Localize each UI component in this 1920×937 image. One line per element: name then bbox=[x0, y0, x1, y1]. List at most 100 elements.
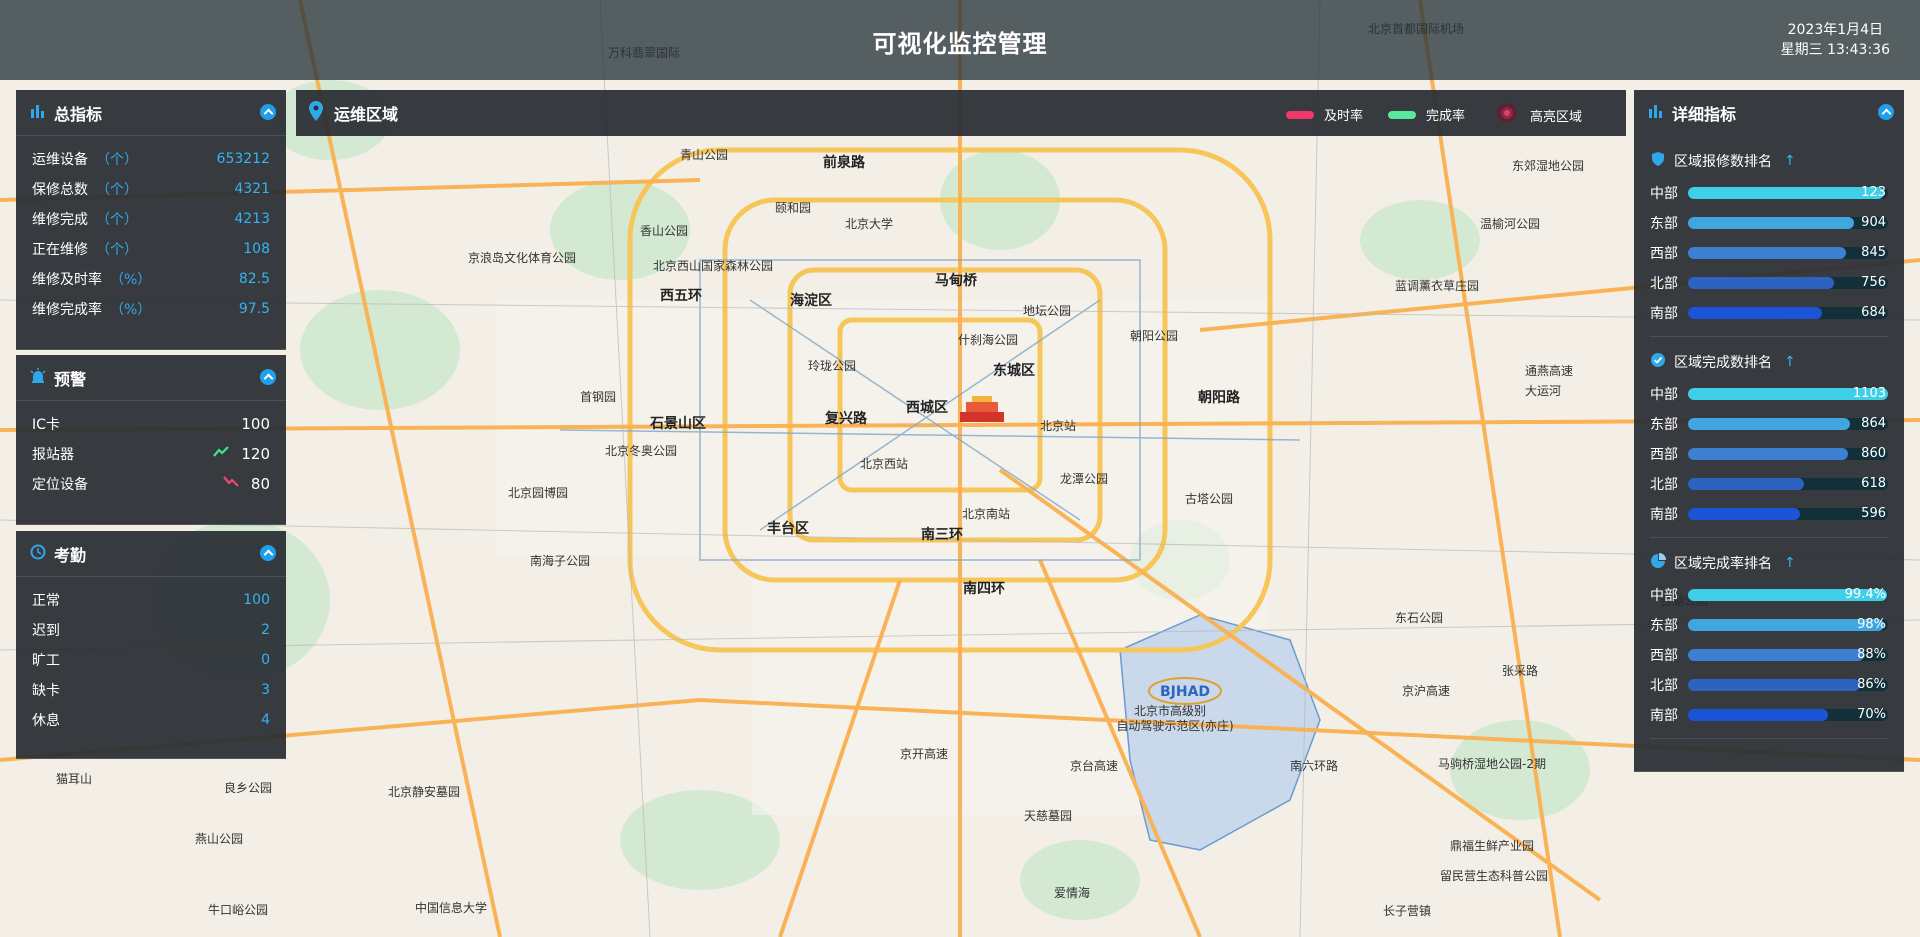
ranking-row-label: 中部 bbox=[1650, 588, 1678, 604]
collapse-button[interactable] bbox=[1878, 104, 1894, 120]
overview-row-unit: （%） bbox=[110, 272, 152, 288]
highlight-dot-icon bbox=[1496, 102, 1518, 128]
map-background[interactable]: 海淀区东城区西城区 朝阳路石景山区 复兴路丰台区 南三环南四环 西五环 马甸桥 前泉路北京大… bbox=[0, 0, 1920, 937]
map-poi-label: 中国信息大学 bbox=[415, 900, 487, 915]
collapse-button[interactable] bbox=[260, 545, 276, 561]
ranking-bar-value: 845 bbox=[1861, 245, 1886, 260]
map-district-label: 西五环 bbox=[660, 288, 702, 304]
ranking-bar-track: 70% bbox=[1688, 707, 1888, 722]
overview-row-unit: （个） bbox=[96, 152, 138, 168]
ranking-row-label: 南部 bbox=[1650, 306, 1678, 322]
map-poi-label: 牛口峪公园 bbox=[208, 902, 268, 917]
map-district-label: 石景山区 bbox=[649, 416, 706, 432]
map-district-label: 南三环 bbox=[921, 526, 963, 543]
map-road-label: 京沪高速 bbox=[1402, 683, 1450, 698]
ranking-row-label: 中部 bbox=[1650, 387, 1678, 403]
ranking-bar-track: 123 bbox=[1688, 185, 1888, 200]
map-poi-label: 龙潭公园 bbox=[1060, 472, 1108, 486]
map-poi-label: 东郊湿地公园 bbox=[1512, 158, 1584, 173]
map-poi-label: 良乡公园 bbox=[224, 780, 272, 795]
alert-row-value: 100 bbox=[241, 415, 270, 433]
check-badge-icon bbox=[1650, 352, 1666, 372]
overview-panel-header: 总指标 bbox=[16, 90, 286, 136]
map-district-label: 海淀区 bbox=[790, 292, 832, 309]
trend-down-icon bbox=[223, 475, 241, 493]
attendance-row: 迟到 2 bbox=[16, 615, 286, 645]
map-poi-label: 蓝调薰衣草庄园 bbox=[1395, 278, 1479, 293]
overview-row-value: 97.5 bbox=[238, 301, 270, 317]
ranking-row-label: 西部 bbox=[1650, 447, 1678, 463]
attendance-row-value: 0 bbox=[261, 652, 270, 668]
ranking-row-label: 北部 bbox=[1650, 678, 1678, 694]
map-poi-label: 香山公园 bbox=[640, 224, 688, 238]
ranking-bar-value: 618 bbox=[1861, 476, 1886, 491]
attendance-row-value: 100 bbox=[243, 592, 270, 608]
legend-timely-label: 及时率 bbox=[1324, 109, 1364, 124]
region-bar: 运维区域 及时率 完成率 高亮区域 bbox=[296, 90, 1626, 136]
map-district-label: 前泉路 bbox=[823, 154, 866, 171]
ranking-row-label: 北部 bbox=[1650, 276, 1678, 292]
ranking-bar-fill bbox=[1688, 187, 1884, 199]
alarm-icon bbox=[30, 367, 46, 388]
alert-row-value: 120 bbox=[241, 445, 270, 463]
overview-row-label: 维修完成 bbox=[32, 212, 88, 228]
alert-panel-title: 预警 bbox=[54, 369, 87, 389]
bar-chart-icon bbox=[1648, 103, 1664, 123]
ranking-row: 东部 904 bbox=[1634, 208, 1904, 238]
legend-highlight-label: 高亮区域 bbox=[1530, 109, 1583, 125]
sort-arrow-icon[interactable]: ↑ bbox=[1784, 354, 1796, 370]
attendance-row-value: 3 bbox=[261, 682, 270, 698]
attendance-row: 正常 100 bbox=[16, 585, 286, 615]
attendance-row-label: 缺卡 bbox=[32, 683, 60, 699]
detail-panel-header: 详细指标 bbox=[1634, 90, 1904, 136]
ranking-bar-fill bbox=[1688, 709, 1828, 721]
ranking-bar-fill bbox=[1688, 679, 1860, 691]
overview-row: 维修完成 （个） 4213 bbox=[16, 204, 286, 234]
region-title: 运维区域 bbox=[334, 105, 399, 124]
attendance-row-label: 迟到 bbox=[32, 623, 60, 639]
wrench-shield-icon bbox=[1650, 151, 1666, 171]
ranking-bar-value: 756 bbox=[1861, 275, 1886, 290]
overview-row: 维修及时率 （%） 82.5 bbox=[16, 264, 286, 294]
sort-arrow-icon[interactable]: ↑ bbox=[1784, 153, 1796, 169]
overview-row-value: 4213 bbox=[234, 211, 270, 227]
ranking-row-label: 西部 bbox=[1650, 648, 1678, 664]
ranking-row: 西部 88% bbox=[1634, 640, 1904, 670]
map-district-label: 南四环 bbox=[963, 580, 1005, 597]
attendance-row: 休息 4 bbox=[16, 705, 286, 735]
top-header-bar: 可视化监控管理 2023年1月4日 星期三 13:43:36 bbox=[0, 0, 1920, 80]
overview-row-value: 108 bbox=[243, 241, 270, 257]
ranking-bar-track: 98% bbox=[1688, 617, 1888, 632]
attendance-row-label: 旷工 bbox=[32, 653, 60, 669]
svg-text:自动驾驶示范区(亦庄): 自动驾驶示范区(亦庄) bbox=[1116, 718, 1233, 733]
map-poi-label: 鼎福生鲜产业园 bbox=[1450, 838, 1534, 853]
legend-timely[interactable]: 及时率 bbox=[1286, 105, 1363, 124]
ranking-row: 中部 99.4% bbox=[1634, 580, 1904, 610]
map-poi-label: 北京大学 bbox=[845, 216, 893, 231]
collapse-button[interactable] bbox=[260, 104, 276, 120]
ranking-row-label: 中部 bbox=[1650, 186, 1678, 202]
ranking-bar-track: 756 bbox=[1688, 275, 1888, 290]
svg-text:BJHAD: BJHAD bbox=[1160, 684, 1210, 700]
alert-row: IC卡 100 bbox=[16, 409, 286, 439]
ranking-row: 中部 1103 bbox=[1634, 379, 1904, 409]
ranking-bar-track: 860 bbox=[1688, 446, 1888, 461]
map-road-label: 通燕高速 bbox=[1525, 363, 1573, 378]
ranking-bar-fill bbox=[1688, 247, 1846, 259]
ranking-bar-fill bbox=[1688, 448, 1848, 460]
legend-highlight[interactable]: 高亮区域 bbox=[1496, 102, 1582, 128]
legend-complete[interactable]: 完成率 bbox=[1388, 105, 1465, 124]
ranking-bar-value: 860 bbox=[1861, 446, 1886, 461]
ranking-bar-value: 596 bbox=[1861, 506, 1886, 521]
map-poi-label: 朝阳公园 bbox=[1130, 329, 1178, 343]
ranking-bar-fill bbox=[1688, 418, 1850, 430]
attendance-panel: 考勤 正常 100 迟到 2 旷工 0 缺卡 3 休息 4 bbox=[16, 531, 286, 759]
sort-arrow-icon[interactable]: ↑ bbox=[1784, 555, 1796, 571]
ranking-row-label: 南部 bbox=[1650, 708, 1678, 724]
map-poi-label: 猫耳山 bbox=[56, 772, 92, 786]
overview-row-unit: （个） bbox=[96, 212, 138, 228]
collapse-button[interactable] bbox=[260, 369, 276, 385]
ranking-row-label: 北部 bbox=[1650, 477, 1678, 493]
map-district-label: 复兴路 bbox=[824, 410, 868, 427]
map-district-label: 丰台区 bbox=[767, 520, 809, 537]
